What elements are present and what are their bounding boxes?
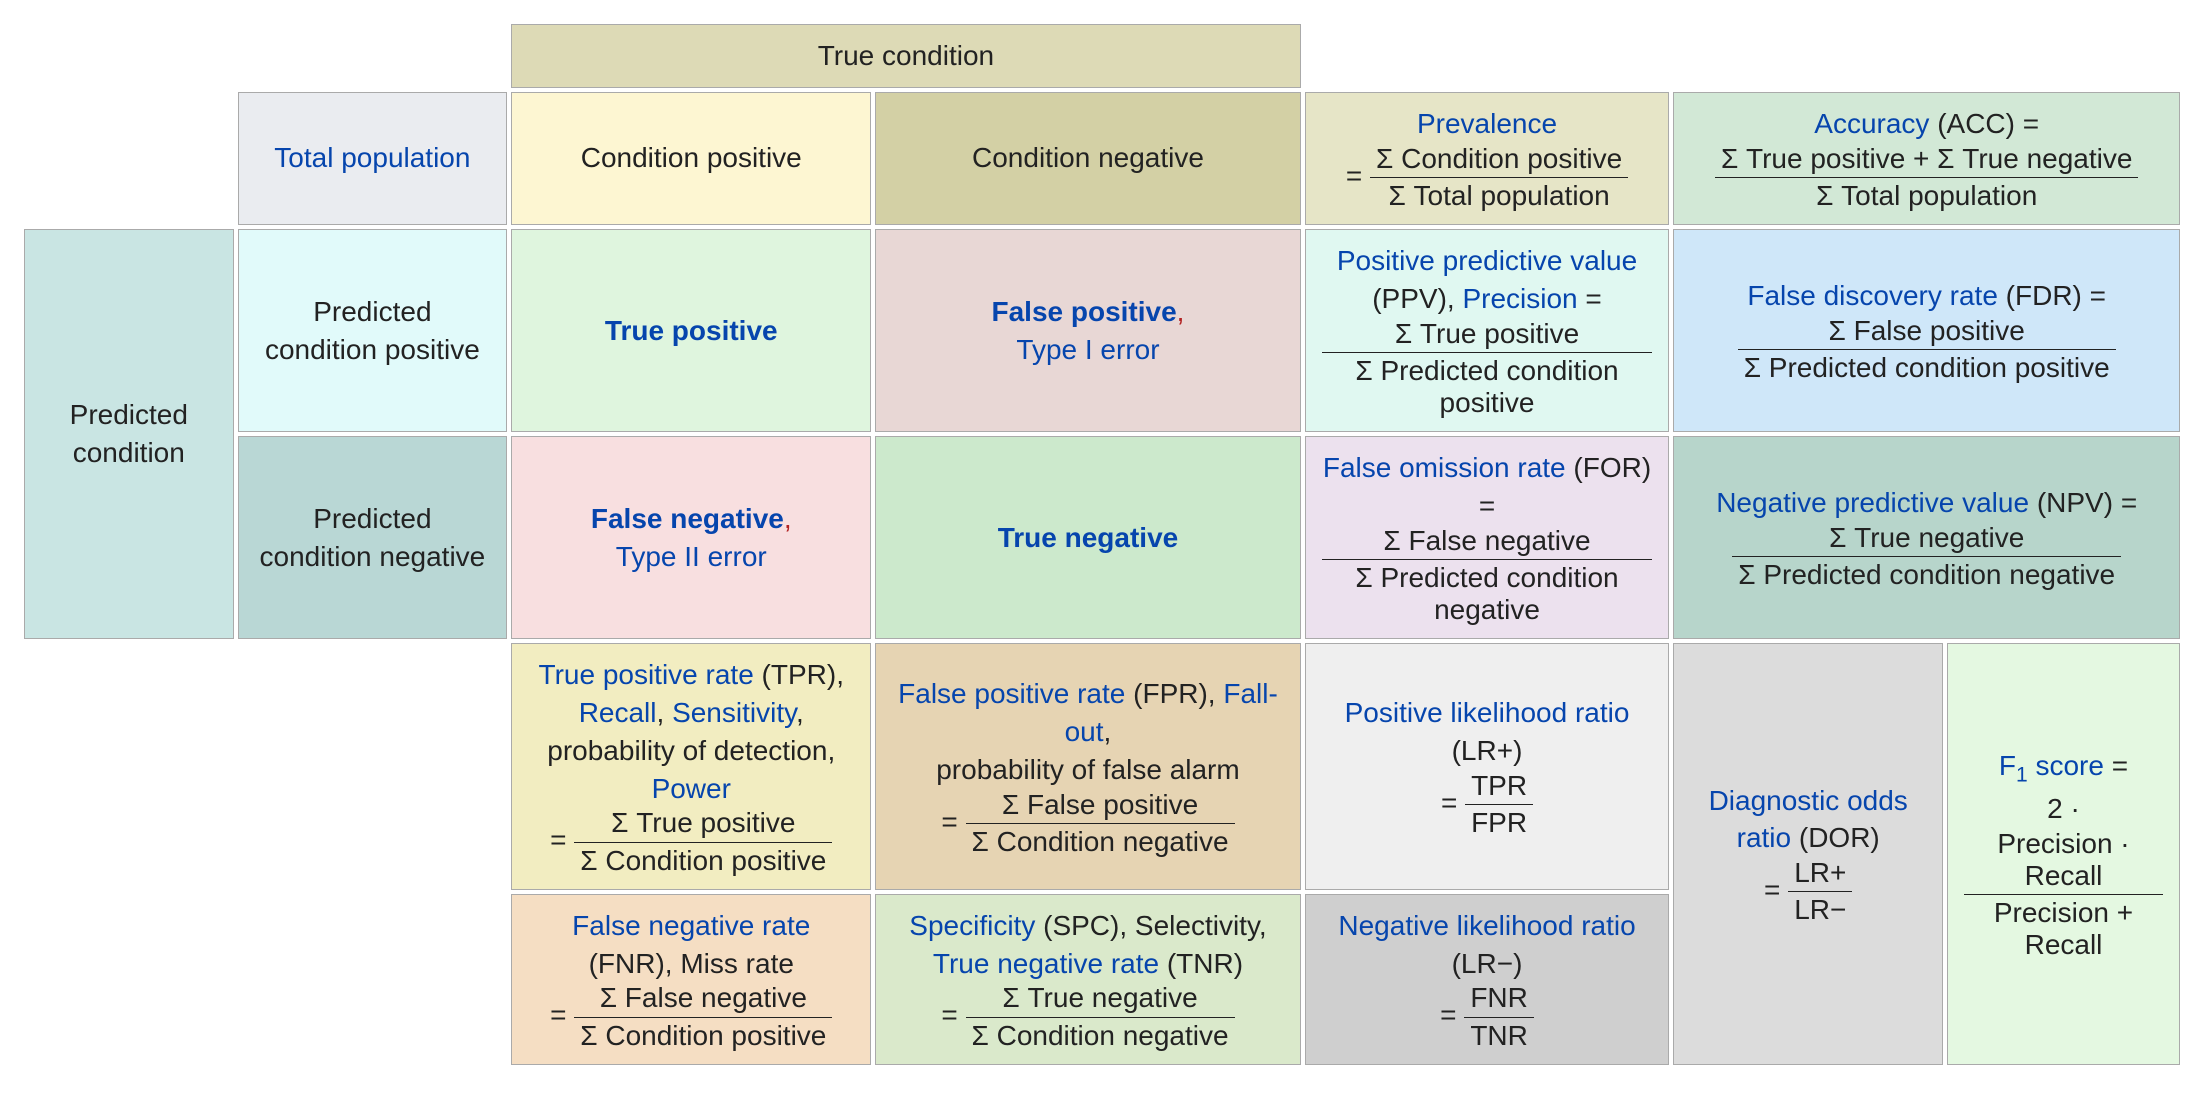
cell-dor: Diagnostic odds ratio (DOR) = LR+ LR− — [1673, 643, 1943, 1065]
link-total-population[interactable]: Total population — [274, 142, 470, 173]
link-tpr[interactable]: True positive rate — [539, 659, 754, 690]
cell-f1: F1 score = 2 · Precision · Recall Precis… — [1947, 643, 2180, 1065]
link-accuracy[interactable]: Accuracy — [1814, 108, 1929, 139]
spacer — [1673, 24, 2180, 88]
frac-fdr: Σ False positive Σ Predicted condition p… — [1738, 315, 2116, 384]
link-sensitivity[interactable]: Sensitivity — [672, 697, 796, 728]
header-predicted-positive: Predicted condition positive — [238, 229, 508, 432]
header-condition-negative: Condition negative — [875, 92, 1300, 225]
cell-for: False omission rate (FOR) = Σ False nega… — [1305, 436, 1670, 639]
link-prevalence[interactable]: Prevalence — [1417, 108, 1557, 139]
link-for[interactable]: False omission rate — [1323, 452, 1566, 483]
cell-spc: Specificity (SPC), Selectivity, True neg… — [875, 894, 1300, 1065]
cell-false-positive: False positive, Type I error — [875, 229, 1300, 432]
cell-true-positive: True positive — [511, 229, 871, 432]
link-tnr[interactable]: True negative rate — [933, 948, 1159, 979]
frac-accuracy: Σ True positive + Σ True negative Σ Tota… — [1715, 143, 2139, 212]
cell-true-negative: True negative — [875, 436, 1300, 639]
cell-npv: Negative predictive value (NPV) = Σ True… — [1673, 436, 2180, 639]
frac-f1: Precision · Recall Precision + Recall — [1964, 828, 2163, 962]
link-precision[interactable]: Precision — [1462, 283, 1577, 314]
link-true-positive[interactable]: True positive — [605, 315, 778, 346]
link-type2-error[interactable]: Type II error — [616, 541, 767, 572]
cell-fdr: False discovery rate (FDR) = Σ False pos… — [1673, 229, 2180, 432]
cell-lrp: Positive likelihood ratio (LR+) = TPR FP… — [1305, 643, 1670, 890]
link-type1-error[interactable]: Type I error — [1016, 334, 1159, 365]
confusion-matrix-table: True condition Total population Conditio… — [20, 20, 2184, 1069]
spacer — [24, 24, 234, 88]
link-f1[interactable]: F1 score — [1999, 750, 2104, 781]
spacer — [1305, 24, 1670, 88]
cell-prevalence: Prevalence = Σ Condition positive Σ Tota… — [1305, 92, 1670, 225]
frac-dor: LR+ LR− — [1788, 857, 1852, 926]
frac-npv: Σ True negative Σ Predicted condition ne… — [1732, 522, 2121, 591]
cell-lrn: Negative likelihood ratio (LR−) = FNR TN… — [1305, 894, 1670, 1065]
link-fpr[interactable]: False positive rate — [898, 678, 1125, 709]
link-npv[interactable]: Negative predictive value — [1716, 487, 2029, 518]
frac-spc: Σ True negative Σ Condition negative — [966, 982, 1235, 1051]
header-true-condition: True condition — [511, 24, 1300, 88]
spacer — [238, 24, 508, 88]
spacer — [24, 894, 234, 1065]
frac-prevalence: Σ Condition positive Σ Total population — [1370, 143, 1628, 212]
link-false-positive[interactable]: False positive — [991, 296, 1176, 327]
cell-fpr: False positive rate (FPR), Fall-out, pro… — [875, 643, 1300, 890]
header-total-population: Total population — [238, 92, 508, 225]
frac-for: Σ False negative Σ Predicted condition n… — [1322, 525, 1653, 627]
cell-fnr: False negative rate (FNR), Miss rate = Σ… — [511, 894, 871, 1065]
link-specificity[interactable]: Specificity — [909, 910, 1035, 941]
header-condition-positive: Condition positive — [511, 92, 871, 225]
spacer — [24, 643, 234, 890]
frac-fpr: Σ False positive Σ Condition negative — [966, 789, 1235, 858]
frac-lrn: FNR TNR — [1464, 982, 1534, 1051]
link-fnr[interactable]: False negative rate — [572, 910, 810, 941]
link-recall[interactable]: Recall — [579, 697, 657, 728]
frac-tpr: Σ True positive Σ Condition positive — [574, 807, 832, 876]
cell-tpr: True positive rate (TPR), Recall, Sensit… — [511, 643, 871, 890]
link-fdr[interactable]: False discovery rate — [1747, 280, 1998, 311]
spacer — [24, 92, 234, 225]
frac-lrp: TPR FPR — [1465, 770, 1533, 839]
cell-ppv: Positive predictive value (PPV), Precisi… — [1305, 229, 1670, 432]
link-ppv[interactable]: Positive predictive value — [1337, 245, 1637, 276]
cell-accuracy: Accuracy (ACC) = Σ True positive + Σ Tru… — [1673, 92, 2180, 225]
spacer — [238, 894, 508, 1065]
link-lrn[interactable]: Negative likelihood ratio — [1338, 910, 1635, 941]
frac-fnr: Σ False negative Σ Condition positive — [574, 982, 832, 1051]
link-true-negative[interactable]: True negative — [998, 522, 1179, 553]
header-predicted-condition: Predicted condition — [24, 229, 234, 639]
header-predicted-negative: Predicted condition negative — [238, 436, 508, 639]
link-lrp[interactable]: Positive likelihood ratio — [1345, 697, 1630, 728]
frac-ppv: Σ True positive Σ Predicted condition po… — [1322, 318, 1653, 420]
link-false-negative[interactable]: False negative — [591, 503, 784, 534]
cell-false-negative: False negative, Type II error — [511, 436, 871, 639]
spacer — [238, 643, 508, 890]
link-power[interactable]: Power — [652, 773, 731, 804]
